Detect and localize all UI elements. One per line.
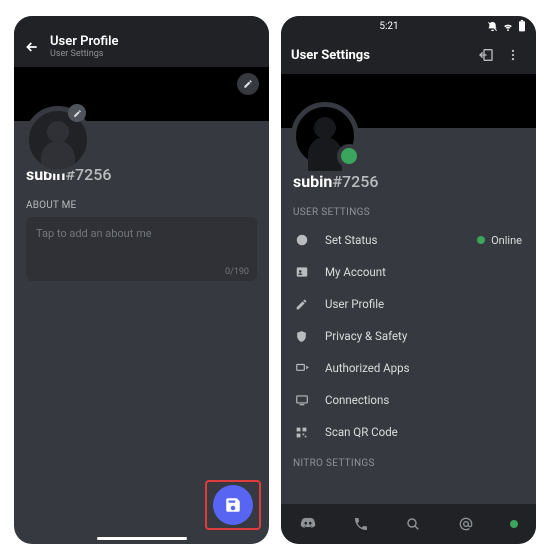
phone-user-settings: 5:21 User Settings subin#7256 USER SETTI… <box>281 16 536 544</box>
tab-mentions[interactable] <box>458 516 474 532</box>
user-settings-label: USER SETTINGS <box>281 191 536 224</box>
settings-item-label: My Account <box>325 265 522 279</box>
header-title: User Settings <box>291 48 470 63</box>
pencil-icon <box>295 298 311 311</box>
phone-icon <box>353 516 369 532</box>
online-dot-icon <box>477 236 485 244</box>
settings-item-label: Connections <box>325 393 522 407</box>
settings-item-authorized-apps[interactable]: Authorized Apps <box>281 352 536 384</box>
header-subtitle: User Settings <box>50 49 118 59</box>
dnd-icon <box>487 21 498 32</box>
edit-avatar-button[interactable] <box>68 104 86 122</box>
pencil-icon <box>243 79 253 89</box>
settings-item-label: User Profile <box>325 297 522 311</box>
settings-item-scan-qr[interactable]: Scan QR Code <box>281 416 536 448</box>
back-icon[interactable] <box>24 39 40 55</box>
settings-list: Set Status Online My Account User Profil… <box>281 224 536 448</box>
save-icon <box>224 496 242 514</box>
header-titles: User Profile User Settings <box>50 34 118 59</box>
pencil-icon <box>73 109 82 118</box>
export-button[interactable] <box>478 47 498 63</box>
save-highlight <box>205 480 261 530</box>
home-indicator[interactable] <box>97 537 187 540</box>
about-me-placeholder: Tap to add an about me <box>36 227 247 240</box>
phone-user-profile: User Profile User Settings subin#7256 AB… <box>14 16 269 544</box>
username-discriminator: #7256 <box>332 172 378 191</box>
tab-profile[interactable] <box>510 520 518 528</box>
about-me-input[interactable]: Tap to add an about me 0/190 <box>26 217 257 281</box>
settings-item-label: Scan QR Code <box>325 425 522 439</box>
settings-item-label: Set Status <box>325 233 463 247</box>
connections-icon <box>295 393 311 407</box>
shield-icon <box>295 330 311 343</box>
tab-home[interactable] <box>299 515 317 533</box>
wifi-icon <box>502 21 514 32</box>
search-icon <box>405 516 421 532</box>
settings-item-user-profile[interactable]: User Profile <box>281 288 536 320</box>
apps-icon <box>295 361 311 375</box>
account-icon <box>295 265 311 279</box>
discord-icon <box>299 515 317 533</box>
presence-indicator <box>337 144 361 168</box>
exit-icon <box>478 47 494 63</box>
at-icon <box>458 516 474 532</box>
status-bar: 5:21 <box>281 16 536 36</box>
settings-item-connections[interactable]: Connections <box>281 384 536 416</box>
header-title: User Profile <box>50 34 118 49</box>
status-time: 5:21 <box>379 21 398 32</box>
status-value: Online <box>477 234 522 247</box>
settings-item-label: Privacy & Safety <box>325 329 522 343</box>
qr-icon <box>295 426 311 439</box>
status-icon <box>295 233 311 247</box>
battery-icon <box>518 20 526 32</box>
more-vertical-icon <box>506 48 520 62</box>
tab-search[interactable] <box>405 516 421 532</box>
settings-item-label: Authorized Apps <box>325 361 522 375</box>
username-name: subin <box>293 172 332 191</box>
about-me-label: ABOUT ME <box>14 184 269 217</box>
bottom-tab-bar <box>281 504 536 544</box>
save-button[interactable] <box>213 485 253 525</box>
status-bar <box>14 16 269 28</box>
username: subin#7256 <box>281 172 536 191</box>
more-button[interactable] <box>506 48 526 62</box>
about-me-counter: 0/190 <box>225 267 249 277</box>
tab-calls[interactable] <box>353 516 369 532</box>
header: User Profile User Settings <box>14 28 269 67</box>
settings-item-set-status[interactable]: Set Status Online <box>281 224 536 256</box>
settings-item-my-account[interactable]: My Account <box>281 256 536 288</box>
edit-banner-button[interactable] <box>237 73 259 95</box>
settings-item-privacy-safety[interactable]: Privacy & Safety <box>281 320 536 352</box>
nitro-settings-label: NITRO SETTINGS <box>281 448 536 473</box>
header: User Settings <box>281 36 536 74</box>
